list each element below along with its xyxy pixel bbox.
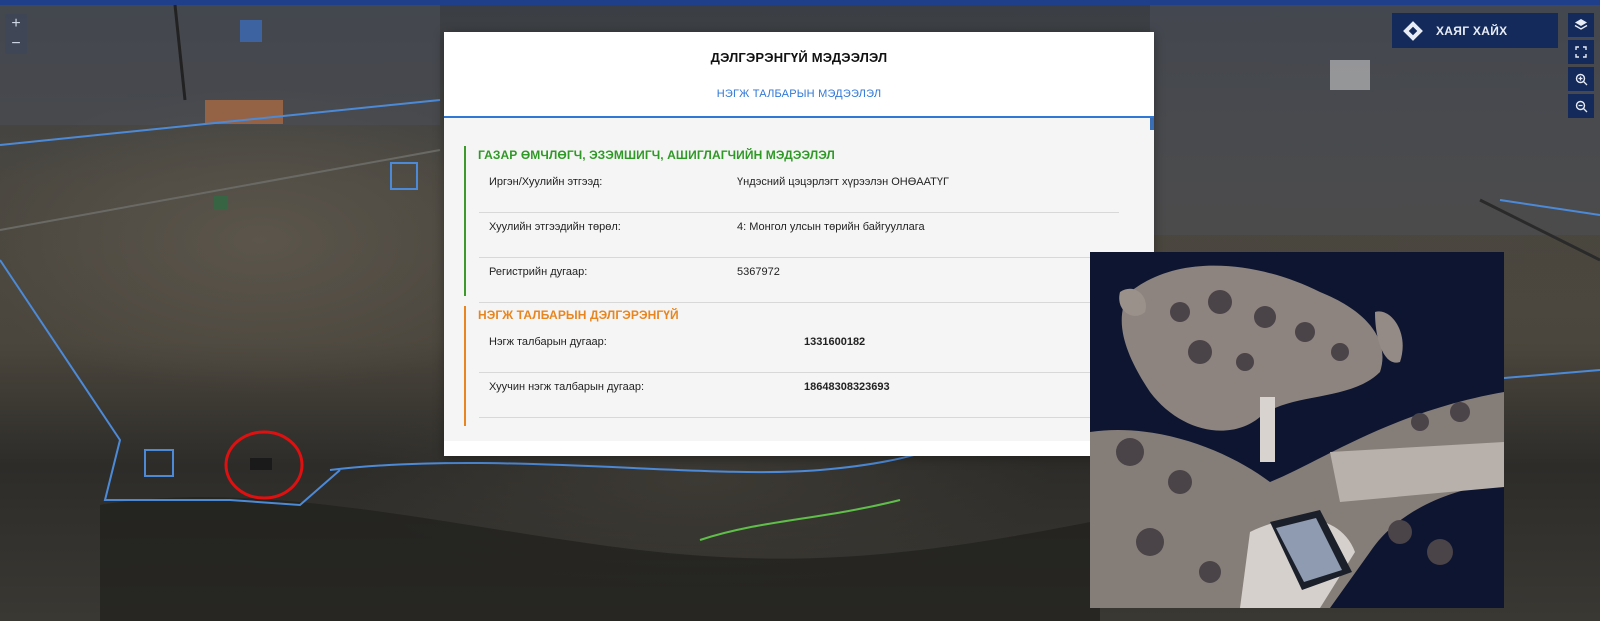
row-value: 4: Монгол улсын төрийн байгууллага bbox=[737, 221, 925, 233]
row-value: 18648308323693 bbox=[804, 381, 890, 393]
scrollbar[interactable] bbox=[1150, 118, 1154, 130]
parcel-section: НЭГЖ ТАЛБАРЫН ДЭЛГЭРЭНГҮЙ Нэгж талбарын … bbox=[464, 306, 1126, 426]
row-value: 5367972 bbox=[737, 266, 780, 278]
map-zoom-control: + − bbox=[5, 14, 27, 54]
fullscreen-icon bbox=[1575, 46, 1587, 58]
table-row: Нэгж талбарын дугаар: 1331600182 bbox=[479, 328, 1119, 373]
zoom-out-button[interactable] bbox=[1568, 94, 1594, 118]
layers-icon bbox=[1574, 19, 1588, 30]
address-search-label: ХАЯГ ХАЙХ bbox=[1436, 23, 1508, 38]
table-row: Регистрийн дугаар: 5367972 bbox=[479, 258, 1119, 303]
zoom-out-icon bbox=[1575, 100, 1587, 112]
zoom-in-button[interactable] bbox=[1568, 67, 1594, 91]
zoom-in-icon bbox=[1575, 73, 1587, 85]
owner-section-heading: ГАЗАР ӨМЧЛӨГЧ, ЭЗЭМШИГЧ, АШИГЛАГЧИЙН МЭД… bbox=[478, 148, 835, 162]
address-search-button[interactable]: ХАЯГ ХАЙХ bbox=[1392, 13, 1558, 48]
row-value: 1331600182 bbox=[804, 336, 866, 348]
table-row: Хуулийн этгээдийн төрөл: 4: Монгол улсын… bbox=[479, 213, 1119, 258]
row-label: Хуулийн этгээдийн төрөл: bbox=[489, 221, 621, 233]
zoom-inset-image bbox=[1090, 252, 1504, 608]
map-zoom-out-button[interactable]: − bbox=[5, 34, 27, 54]
row-label: Иргэн/Хуулийн этгээд: bbox=[489, 176, 603, 188]
table-row: Иргэн/Хуулийн этгээд: Үндэсний цэцэрлэгт… bbox=[479, 168, 1119, 213]
layers-button[interactable] bbox=[1568, 13, 1594, 37]
row-label: Нэгж талбарын дугаар: bbox=[489, 336, 607, 348]
row-label: Регистрийн дугаар: bbox=[489, 266, 588, 278]
modal-content[interactable]: ГАЗАР ӨМЧЛӨГЧ, ЭЗЭМШИГЧ, АШИГЛАГЧИЙН МЭД… bbox=[444, 118, 1154, 441]
tab-parcel-info[interactable]: НЭГЖ ТАЛБАРЫН МЭДЭЭЛЭЛ bbox=[444, 88, 1154, 100]
directions-icon bbox=[1403, 20, 1423, 41]
row-label: Хуучин нэгж талбарын дугаар: bbox=[489, 381, 645, 393]
table-row: Хуучин нэгж талбарын дугаар: 18648308323… bbox=[479, 373, 1119, 418]
details-modal: ДЭЛГЭРЭНГҮЙ МЭДЭЭЛЭЛ НЭГЖ ТАЛБАРЫН МЭДЭЭ… bbox=[444, 32, 1154, 456]
row-value: Үндэсний цэцэрлэгт хүрээлэн ОНӨААТҮГ bbox=[737, 176, 949, 188]
modal-title: ДЭЛГЭРЭНГҮЙ МЭДЭЭЛЭЛ bbox=[710, 50, 888, 65]
map-zoom-in-button[interactable]: + bbox=[5, 14, 27, 34]
parcel-section-heading: НЭГЖ ТАЛБАРЫН ДЭЛГЭРЭНГҮЙ bbox=[478, 308, 679, 322]
owner-section: ГАЗАР ӨМЧЛӨГЧ, ЭЗЭМШИГЧ, АШИГЛАГЧИЙН МЭД… bbox=[464, 146, 1126, 303]
fullscreen-button[interactable] bbox=[1568, 40, 1594, 64]
